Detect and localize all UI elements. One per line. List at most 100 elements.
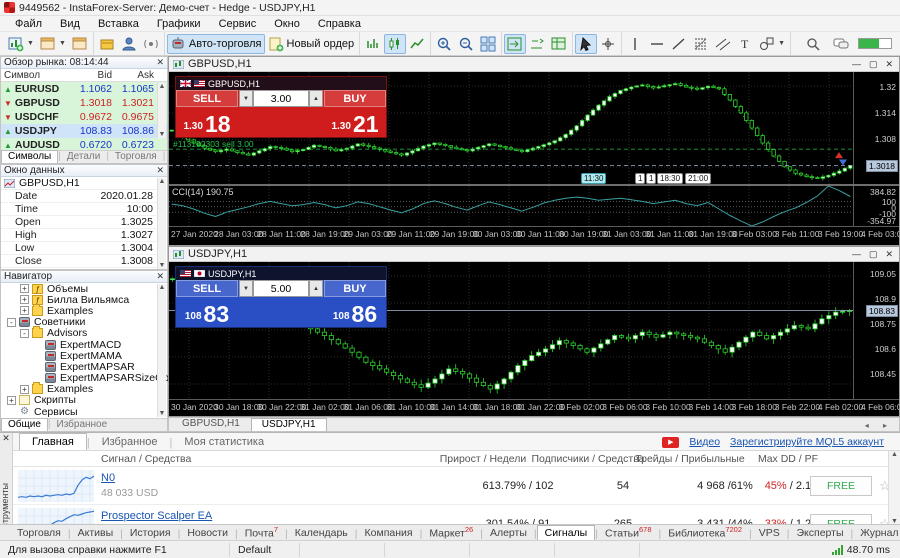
toolbox-tab-Активы[interactable]: Активы — [71, 526, 121, 540]
tile-windows-button[interactable] — [477, 34, 499, 54]
minimize-icon[interactable]: — — [852, 249, 861, 260]
open-position-label[interactable]: #113192303 sell 3.00 — [173, 139, 254, 149]
market-watch-row[interactable]: ▼USDCHF0.96720.9675 — [1, 110, 167, 124]
video-link[interactable]: Видео — [689, 436, 720, 448]
tab-Торговля[interactable]: Торговля — [109, 151, 163, 163]
menu-item[interactable]: Файл — [6, 17, 51, 31]
chevron-down-icon[interactable]: ▼ — [778, 40, 785, 47]
sell-button[interactable]: SELL — [176, 280, 238, 297]
market-watch-row[interactable]: ▲EURUSD1.10621.1065 — [1, 82, 167, 96]
toolbox-tab-Компания[interactable]: Компания — [358, 526, 420, 540]
candle-chart-button[interactable] — [384, 34, 406, 54]
expand-icon[interactable]: + — [20, 306, 29, 315]
volume-down-button[interactable]: ▼ — [239, 90, 253, 107]
templates-button[interactable] — [548, 34, 570, 54]
sell-price[interactable]: 10883 — [176, 297, 238, 327]
autotrade-button[interactable]: Авто-торговля — [167, 34, 265, 54]
navigator-item[interactable]: ExpertMAPSARSizeOptim — [1, 373, 167, 384]
status-profile[interactable]: Default — [230, 543, 300, 557]
navigator-item[interactable]: +ƒОбъемы — [1, 283, 167, 294]
chart-tab-scroll-arrows[interactable]: ◂ ▸ — [859, 421, 899, 431]
navigator-item[interactable]: -Advisors — [1, 328, 167, 339]
new-order-button[interactable]: Новый ордер — [265, 34, 358, 54]
signal-row[interactable]: N048 033 USD613.79% / 102544 968 /61%45%… — [13, 467, 888, 505]
column-header[interactable]: Ask — [115, 70, 157, 81]
navigator-item[interactable]: ⚙Сервисы — [1, 406, 167, 417]
vline-button[interactable] — [624, 34, 646, 54]
collapse-icon[interactable]: - — [20, 329, 29, 338]
video-icon[interactable]: ▶ — [662, 437, 679, 448]
minimize-icon[interactable]: — — [852, 59, 861, 70]
toolbox-tab-Алерты[interactable]: Алерты — [483, 526, 534, 540]
line-chart-button[interactable] — [406, 34, 428, 54]
navigator-item[interactable]: ExpertMACD — [1, 339, 167, 350]
toolbox-tab-Сигналы[interactable]: Сигналы — [537, 525, 596, 540]
signals-tab-2[interactable]: Моя статистика — [172, 434, 276, 450]
gbpusd-chart-body[interactable]: 1.321.3141.3081.3018#113192303 sell 3.00… — [169, 72, 899, 245]
market-watch-row[interactable]: ▲USDJPY108.83108.86 — [1, 124, 167, 138]
volume-down-button[interactable]: ▼ — [239, 280, 253, 297]
menu-item[interactable]: Окно — [265, 17, 309, 31]
wallet-button[interactable] — [96, 34, 118, 54]
maximize-icon[interactable]: ▢ — [869, 249, 878, 260]
chart-window-titlebar[interactable]: GBPUSD,H1 —▢✕ — [169, 57, 899, 72]
cci-indicator-pane[interactable]: CCI(14) 190.75 — [169, 186, 853, 226]
toolbox-tab-Статьи[interactable]: Статьи678 — [598, 524, 659, 541]
expand-icon[interactable]: + — [20, 295, 29, 304]
signals-column-label[interactable]: Max DD / PF — [723, 453, 853, 465]
toolbox-tab-Почта[interactable]: Почта7 — [238, 524, 285, 541]
close-icon[interactable]: ✕ — [156, 272, 164, 281]
volume-up-button[interactable]: ▲ — [309, 280, 323, 297]
zoom-in-button[interactable] — [433, 34, 455, 54]
market-watch-scrollbar[interactable]: ▲▼ — [157, 83, 166, 138]
toolbox-tab-Календарь[interactable]: Календарь — [288, 526, 355, 540]
close-icon[interactable]: ✕ — [885, 59, 893, 70]
search-button[interactable] — [802, 34, 824, 54]
volume-input[interactable]: 5.00 — [253, 280, 309, 297]
close-icon[interactable]: ✕ — [885, 249, 893, 260]
toolbox-tab-VPS[interactable]: VPS — [752, 526, 787, 540]
trendline-button[interactable] — [668, 34, 690, 54]
expand-icon[interactable]: + — [7, 396, 16, 405]
menu-item[interactable]: Графики — [148, 17, 210, 31]
crosshair-button[interactable] — [597, 34, 619, 54]
sell-button[interactable]: SELL — [176, 90, 238, 107]
navigator-scrollbar[interactable]: ▲▼ — [157, 284, 166, 417]
chevron-down-icon[interactable]: ▼ — [27, 40, 34, 47]
toolbox-tab-Эксперты[interactable]: Эксперты — [790, 526, 851, 540]
signals-tab-1[interactable]: Избранное — [90, 434, 170, 450]
tab-Общие[interactable]: Общие — [1, 418, 48, 431]
signals-scrollbar[interactable]: ▲▼ — [888, 451, 900, 525]
expand-icon[interactable]: + — [20, 385, 29, 394]
status-latency[interactable]: 48.70 ms — [847, 544, 890, 556]
market-watch-row[interactable]: ▼GBPUSD1.30181.3021 — [1, 96, 167, 110]
navigator-item[interactable]: ExpertMAMA — [1, 350, 167, 361]
chart-tab-USDJPY,H1[interactable]: USDJPY,H1 — [251, 418, 327, 431]
volume-input[interactable]: 3.00 — [253, 90, 309, 107]
chat-button[interactable] — [830, 34, 852, 54]
one-click-header[interactable]: USDJPY,H1 — [176, 267, 386, 280]
buy-price[interactable]: 1.3021 — [324, 107, 386, 137]
navigator-item[interactable]: +Скрипты — [1, 395, 167, 406]
buy-button[interactable]: BUY — [324, 280, 386, 297]
signal-name-link[interactable]: Prospector Scalper EA — [101, 510, 212, 522]
shapes-button[interactable]: ▼ — [756, 34, 788, 54]
volume-up-button[interactable]: ▲ — [309, 90, 323, 107]
favorite-star-icon[interactable]: ☆ — [879, 478, 888, 494]
channel-button[interactable] — [712, 34, 734, 54]
signals-tab-0[interactable]: Главная — [19, 433, 87, 450]
profiles-button[interactable]: ▼ — [37, 34, 69, 54]
toolbox-tab-Торговля[interactable]: Торговля — [10, 526, 68, 540]
tab-Избранное[interactable]: Избранное — [51, 419, 114, 431]
menu-item[interactable]: Сервис — [210, 17, 266, 31]
navigator-item[interactable]: -Советники — [1, 317, 167, 328]
new-chart-button[interactable]: ▼ — [5, 34, 37, 54]
one-click-header[interactable]: GBPUSD,H1 — [176, 77, 386, 90]
signal-button[interactable] — [140, 34, 162, 54]
text-tool-button[interactable]: T — [734, 34, 756, 54]
close-icon[interactable]: ✕ — [156, 58, 164, 67]
buy-price[interactable]: 10886 — [324, 297, 386, 327]
close-icon[interactable]: ✕ — [0, 433, 12, 444]
menu-item[interactable]: Вид — [51, 17, 89, 31]
profiles-button[interactable] — [69, 34, 91, 54]
